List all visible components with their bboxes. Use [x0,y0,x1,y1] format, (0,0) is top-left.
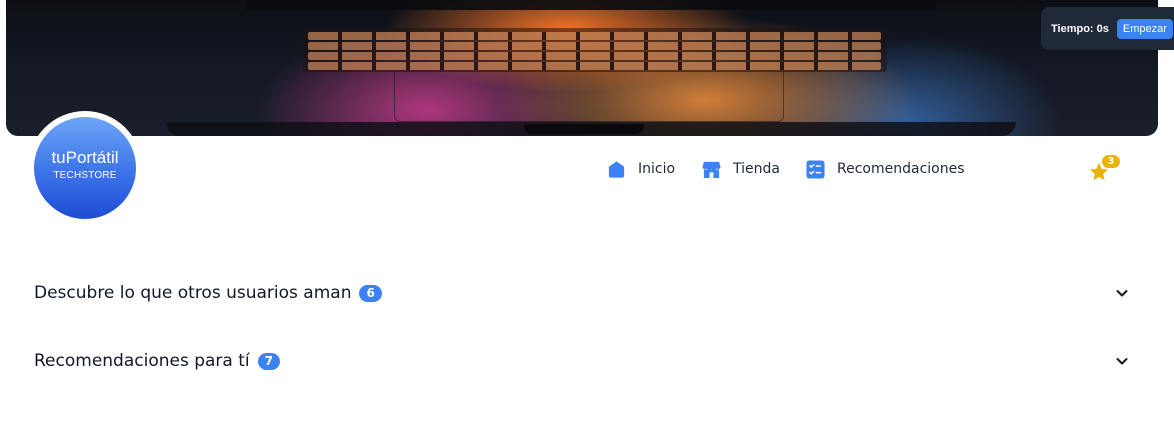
chevron-down-icon[interactable] [1114,353,1130,369]
start-button[interactable]: Empezar [1116,18,1173,39]
section-title: Recomendaciones para tí [34,351,250,371]
nav-label-recomendaciones: Recomendaciones [837,161,965,177]
nav-item-recomendaciones[interactable]: Recomendaciones [806,158,965,180]
timer-label: Tiempo: 0s [1051,22,1109,35]
chevron-down-icon[interactable] [1114,285,1130,301]
timer-widget: Tiempo: 0s Empezar [1041,7,1174,50]
hero-banner-image [6,0,1158,136]
nav-label-inicio: Inicio [638,161,676,177]
section-title: Descubre lo que otros usuarios aman [34,283,352,303]
section-count-badge: 6 [359,284,382,302]
nav-item-inicio[interactable]: Inicio [607,158,675,180]
brand-tagline: TECHSTORE [53,169,117,181]
section-descubre[interactable]: Descubre lo que otros usuarios aman 6 [34,278,1130,308]
brand-logo[interactable]: tuPortátil TECHSTORE [34,117,136,219]
checklist-icon [806,159,825,179]
home-icon [608,160,625,178]
store-icon [702,161,721,178]
nav-label-tienda: Tienda [733,161,780,177]
nav-item-tienda[interactable]: Tienda [702,158,780,180]
favorites-count-badge: 3 [1102,155,1120,168]
favorites-button[interactable]: 3 [1088,155,1124,185]
section-count-badge: 7 [257,352,280,370]
brand-name: tuPortátil [51,147,119,167]
section-recomendaciones[interactable]: Recomendaciones para tí 7 [34,346,1130,376]
